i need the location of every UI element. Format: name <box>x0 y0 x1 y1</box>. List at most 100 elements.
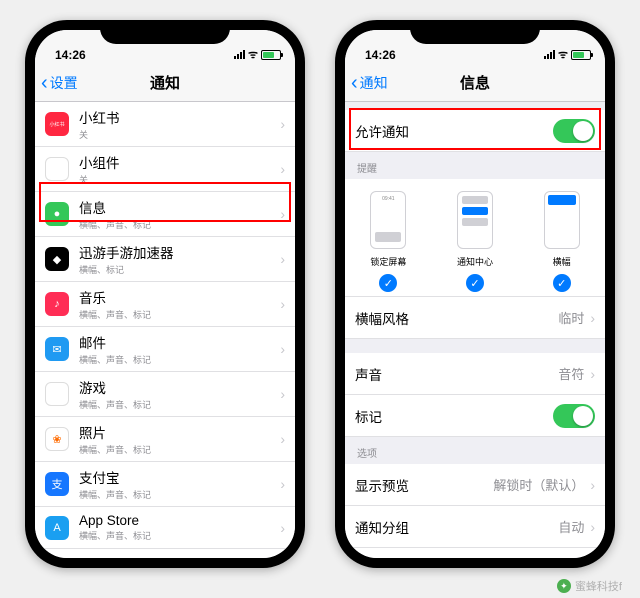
notification-center-icon <box>457 191 493 249</box>
app-icon: ❀ <box>45 427 69 451</box>
check-icon: ✓ <box>466 274 484 292</box>
back-label: 设置 <box>50 73 78 93</box>
section-options: 选项 <box>345 437 605 464</box>
content-right[interactable]: 允许通知 提醒 锁定屏幕 ✓ 通知中心 ✓ <box>345 102 605 558</box>
alert-notification-center[interactable]: 通知中心 ✓ <box>457 191 493 292</box>
back-button[interactable]: ‹ 通知 <box>351 73 388 93</box>
alerts-row: 锁定屏幕 ✓ 通知中心 ✓ 横幅 ✓ <box>345 179 605 297</box>
app-row[interactable]: 游戏横幅、声音、标记› <box>35 372 295 417</box>
row-group[interactable]: 通知分组 自动 › <box>345 506 605 548</box>
app-icon <box>45 382 69 406</box>
banner-icon <box>544 191 580 249</box>
app-row[interactable]: ✉ 邮件横幅、声音、标记› <box>35 327 295 372</box>
toggle-badge[interactable] <box>553 404 595 428</box>
app-name: App Store <box>79 513 280 528</box>
app-sub: 横幅、声音、标记 <box>79 308 280 321</box>
app-row[interactable]: ● 信息横幅、声音、标记› <box>35 192 295 237</box>
app-row[interactable]: ♪ 音乐横幅、声音、标记› <box>35 282 295 327</box>
alert-lock-screen[interactable]: 锁定屏幕 ✓ <box>370 191 406 292</box>
app-icon: 支 <box>45 472 69 496</box>
back-label: 通知 <box>360 73 388 93</box>
app-name: 游戏 <box>79 377 280 397</box>
chevron-left-icon: ‹ <box>351 73 358 93</box>
row-banner-style[interactable]: 横幅风格 临时 › <box>345 297 605 339</box>
app-row[interactable]: AApp Store横幅、声音、标记› <box>35 507 295 549</box>
app-icon: ◆ <box>45 247 69 271</box>
lock-screen-icon <box>370 191 406 249</box>
phone-left: 14:26 ᯤ ‹ 设置 通知 小红书小红书关›小组件关›●信息横幅、声音、标记… <box>25 20 305 568</box>
app-sub: 横幅、声音、标记 <box>79 398 280 411</box>
check-icon: ✓ <box>379 274 397 292</box>
screen-right: 14:26 ᯤ ‹ 通知 信息 允许通知 <box>345 30 605 558</box>
app-icon: ● <box>45 202 69 226</box>
app-name: 信息 <box>79 197 280 217</box>
app-sub: 关 <box>79 128 280 141</box>
app-icon: ✉ <box>45 337 69 361</box>
app-name: 小组件 <box>79 152 280 172</box>
chevron-right-icon: › <box>280 296 285 312</box>
watermark: ✦ 蜜蜂科技f <box>557 578 622 594</box>
app-row[interactable]: ❀ 照片横幅、声音、标记› <box>35 417 295 462</box>
chevron-right-icon: › <box>590 477 595 493</box>
row-show-preview[interactable]: 显示预览 解锁时（默认） › <box>345 464 605 506</box>
app-row[interactable]: 支支付宝横幅、声音、标记› <box>35 462 295 507</box>
app-row[interactable]: 小组件关› <box>35 147 295 192</box>
back-button[interactable]: ‹ 设置 <box>41 73 78 93</box>
app-sub: 横幅、声音、标记 <box>79 353 280 366</box>
check-icon: ✓ <box>553 274 571 292</box>
row-repeat[interactable]: 重复提醒 1次 › <box>345 548 605 558</box>
chevron-left-icon: ‹ <box>41 73 48 93</box>
app-sub: 横幅、声音、标记 <box>79 529 280 542</box>
notch <box>410 20 540 44</box>
app-name: 小红书 <box>79 107 280 127</box>
app-name: 支付宝 <box>79 467 280 487</box>
app-name: 迅游手游加速器 <box>79 242 280 262</box>
app-sub: 横幅、标记 <box>79 263 280 276</box>
app-row[interactable]: ▮FaceTime 通话横幅、声音、标记› <box>35 549 295 558</box>
app-name: 照片 <box>79 422 280 442</box>
app-icon: A <box>45 516 69 540</box>
app-name: FaceTime 通话 <box>79 554 280 558</box>
app-sub: 横幅、声音、标记 <box>79 443 280 456</box>
app-sub: 关 <box>79 173 280 186</box>
chevron-right-icon: › <box>280 251 285 267</box>
section-alerts: 提醒 <box>345 152 605 179</box>
chevron-right-icon: › <box>280 161 285 177</box>
app-icon: 小红书 <box>45 112 69 136</box>
row-badge[interactable]: 标记 <box>345 395 605 437</box>
chevron-right-icon: › <box>590 366 595 382</box>
chevron-right-icon: › <box>280 476 285 492</box>
chevron-right-icon: › <box>590 519 595 535</box>
chevron-right-icon: › <box>280 341 285 357</box>
status-right: ᯤ <box>544 47 591 62</box>
chevron-right-icon: › <box>280 116 285 132</box>
navbar: ‹ 设置 通知 <box>35 64 295 102</box>
status-time: 14:26 <box>365 48 396 62</box>
app-name: 音乐 <box>79 287 280 307</box>
signal-icon <box>234 50 245 59</box>
chevron-right-icon: › <box>590 310 595 326</box>
signal-icon <box>544 50 555 59</box>
chevron-right-icon: › <box>280 206 285 222</box>
wifi-icon: ᯤ <box>248 47 258 62</box>
app-name: 邮件 <box>79 332 280 352</box>
app-icon <box>45 157 69 181</box>
content-left[interactable]: 小红书小红书关›小组件关›●信息横幅、声音、标记›◆迅游手游加速器横幅、标记›♪… <box>35 102 295 558</box>
status-time: 14:26 <box>55 48 86 62</box>
chevron-right-icon: › <box>280 431 285 447</box>
app-sub: 横幅、声音、标记 <box>79 488 280 501</box>
row-sound[interactable]: 声音 音符 › <box>345 353 605 395</box>
battery-icon <box>571 50 591 60</box>
app-row[interactable]: 小红书小红书关› <box>35 102 295 147</box>
notch <box>100 20 230 44</box>
wechat-icon: ✦ <box>557 579 571 593</box>
app-row[interactable]: ◆ 迅游手游加速器横幅、标记› <box>35 237 295 282</box>
wifi-icon: ᯤ <box>558 47 568 62</box>
chevron-right-icon: › <box>280 386 285 402</box>
phone-right: 14:26 ᯤ ‹ 通知 信息 允许通知 <box>335 20 615 568</box>
app-icon: ♪ <box>45 292 69 316</box>
toggle-allow[interactable] <box>553 119 595 143</box>
app-sub: 横幅、声音、标记 <box>79 218 280 231</box>
row-allow-notifications[interactable]: 允许通知 <box>345 110 605 152</box>
alert-banners[interactable]: 横幅 ✓ <box>544 191 580 292</box>
